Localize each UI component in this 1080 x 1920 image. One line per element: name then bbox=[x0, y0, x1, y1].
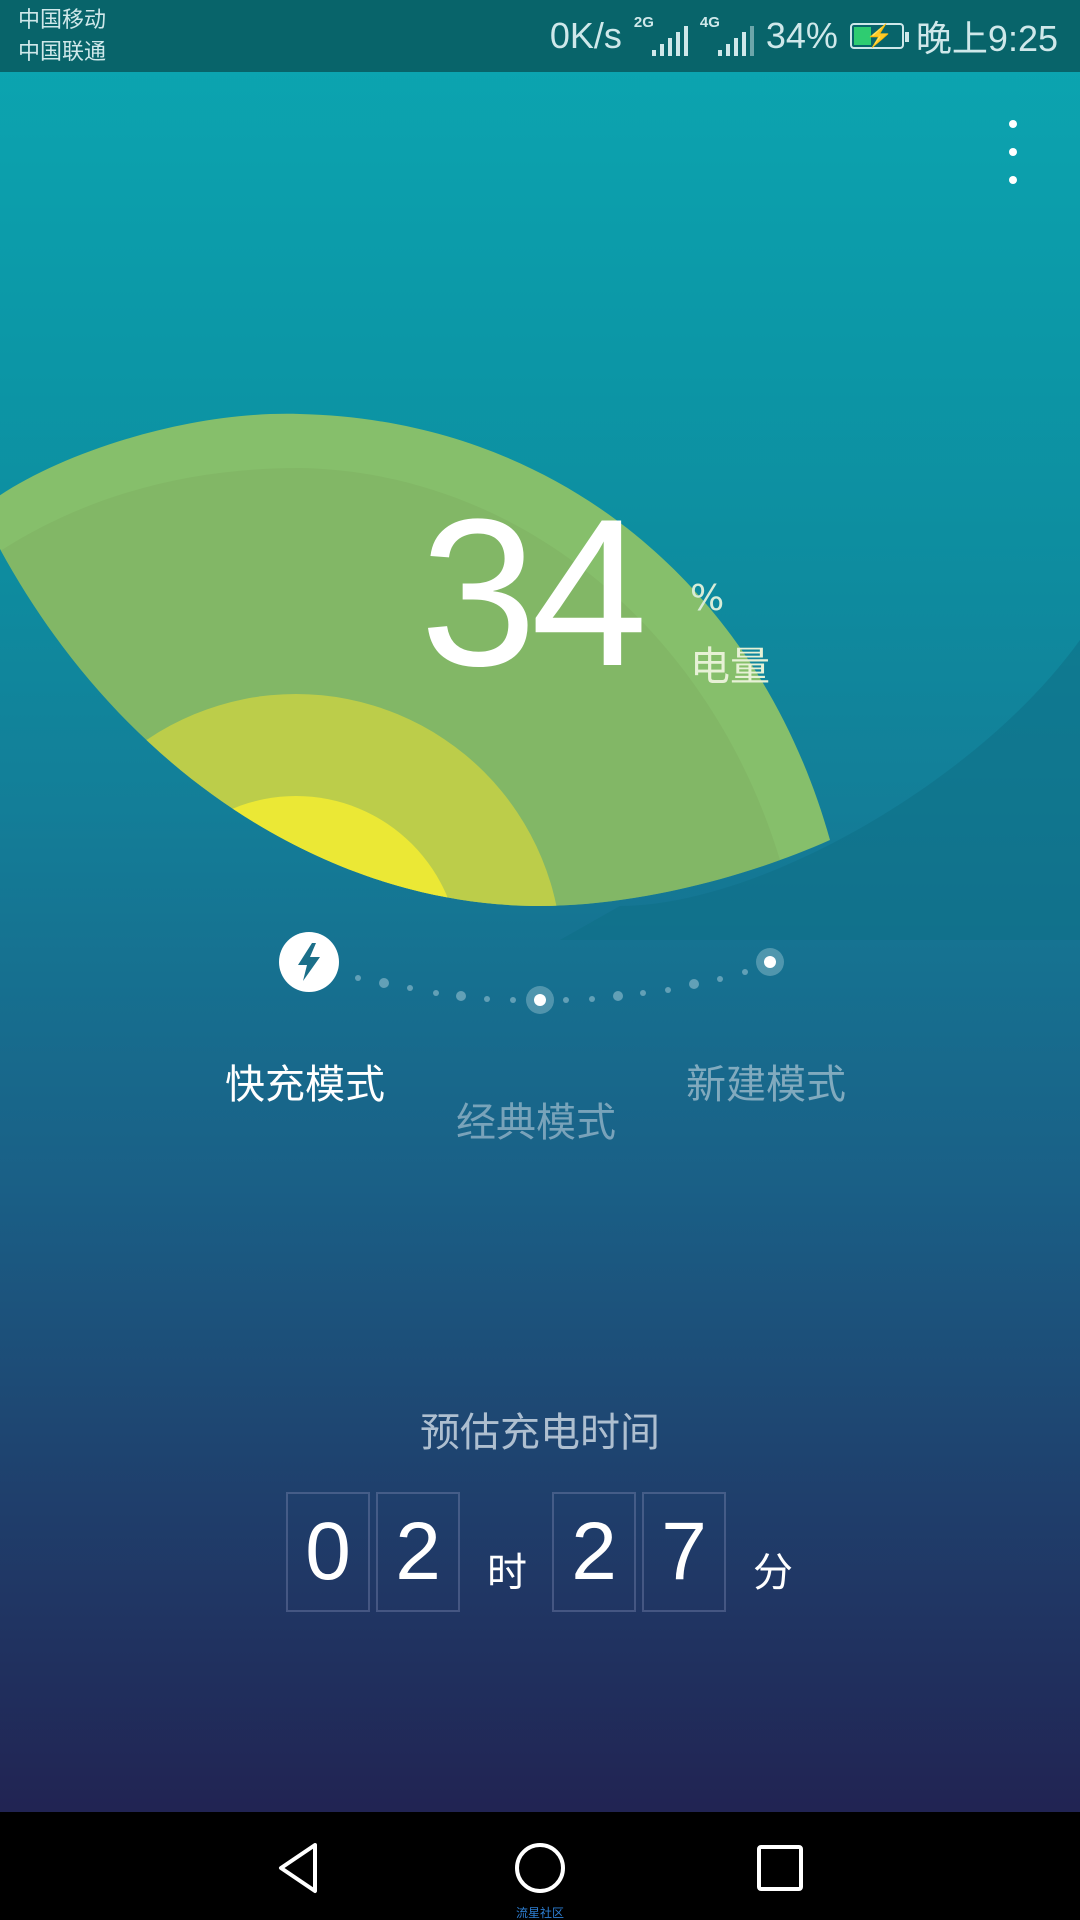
mode-track bbox=[355, 948, 784, 1014]
navigation-bar: 流星社区 bbox=[0, 1812, 1080, 1920]
minute-unit: 分 bbox=[753, 1550, 793, 1596]
hour-digit-2: 2 bbox=[376, 1492, 460, 1612]
sim1-type: 2G bbox=[633, 14, 654, 31]
hour-unit: 时 bbox=[487, 1550, 527, 1596]
mode-fast[interactable]: 快充模式 bbox=[225, 1052, 385, 1110]
battery-label: 电量 bbox=[690, 644, 770, 690]
status-bar: 中国移动 中国联通 0K/s 2G 4G 34% ⚡ 晚上9:25 bbox=[0, 0, 1080, 72]
signal-2g-icon: 2G bbox=[633, 14, 688, 56]
more-options-icon[interactable] bbox=[1006, 120, 1020, 190]
mode-new[interactable]: 新建模式 bbox=[686, 1052, 846, 1110]
carrier-2: 中国联通 bbox=[18, 40, 107, 65]
sim2-type: 4G bbox=[699, 14, 720, 31]
battery-level: 34 bbox=[420, 475, 648, 710]
network-speed: 0K/s bbox=[549, 15, 622, 56]
battery-percent: 34% bbox=[765, 15, 838, 56]
screen: 中国移动 中国联通 0K/s 2G 4G 34% ⚡ 晚上9:25 34 % 电… bbox=[0, 0, 1080, 1920]
recents-icon[interactable] bbox=[740, 1828, 820, 1908]
fast-charge-bolt-icon[interactable] bbox=[279, 932, 339, 992]
percent-sign: % bbox=[690, 578, 725, 619]
hour-digit-1: 0 bbox=[286, 1492, 370, 1612]
status-right: 0K/s 2G 4G 34% ⚡ 晚上9:25 bbox=[550, 0, 1058, 72]
home-icon[interactable] bbox=[500, 1828, 580, 1908]
battery-charging-icon: ⚡ bbox=[849, 23, 909, 49]
minute-digit-1: 2 bbox=[552, 1492, 636, 1612]
signal-4g-icon: 4G bbox=[699, 14, 754, 56]
estimate-title: 预估充电时间 bbox=[420, 1410, 660, 1456]
minute-digit-2: 7 bbox=[642, 1492, 726, 1612]
back-icon[interactable] bbox=[260, 1828, 340, 1908]
nav-caption: 流星社区 bbox=[515, 1906, 564, 1920]
carrier-1: 中国移动 bbox=[18, 8, 107, 33]
mode-classic[interactable]: 经典模式 bbox=[456, 1090, 616, 1148]
clock: 晚上9:25 bbox=[915, 18, 1058, 59]
